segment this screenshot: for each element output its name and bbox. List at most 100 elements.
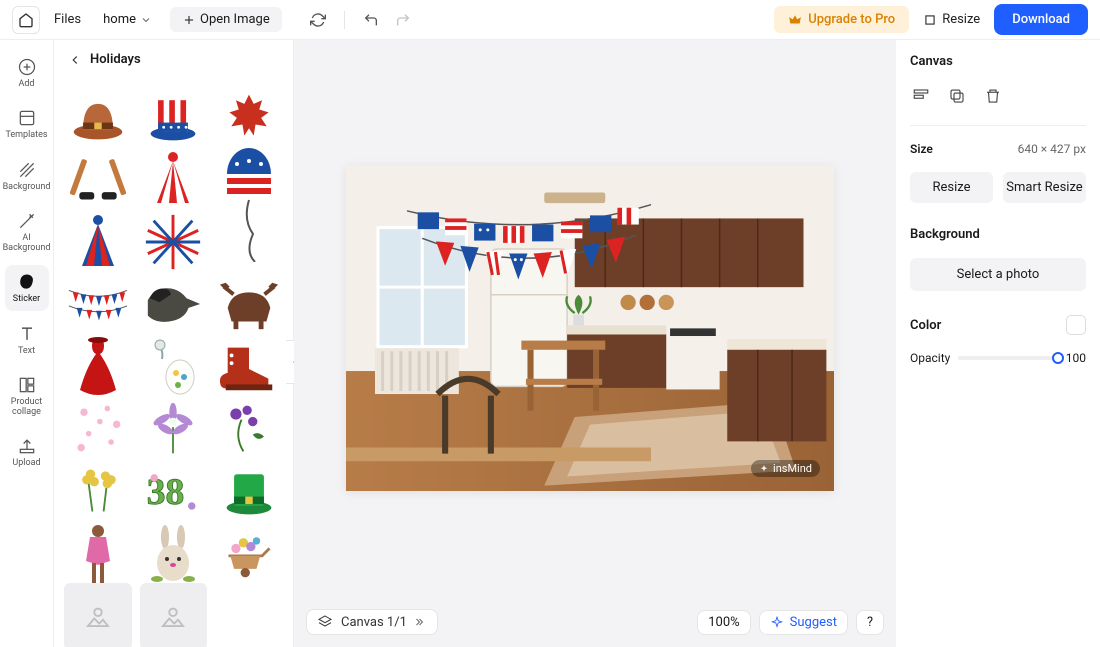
sticker-number-38[interactable]: 38 <box>140 458 208 526</box>
canvas[interactable]: insMind <box>346 165 834 491</box>
nav-add[interactable]: Add <box>5 50 49 95</box>
canvas-image <box>346 165 834 491</box>
open-image-label: Open Image <box>200 12 270 27</box>
nav-label: Background <box>3 183 51 192</box>
opacity-label: Opacity <box>910 351 950 365</box>
nav-label: Product collage <box>11 398 42 417</box>
opacity-slider[interactable] <box>958 356 1057 360</box>
resize-button[interactable]: Resize <box>910 172 993 203</box>
sticker-goose[interactable] <box>140 270 208 338</box>
panel-title: Holidays <box>90 52 141 67</box>
sticker-easter-egg[interactable] <box>140 333 208 401</box>
sticker-bunting[interactable] <box>64 270 132 338</box>
color-label: Color <box>910 318 941 333</box>
background-section-label: Background <box>910 227 1086 242</box>
sticker-pink-petals[interactable] <box>64 395 132 463</box>
download-button[interactable]: Download <box>994 4 1088 35</box>
left-nav: Add Templates Background AI Background S… <box>0 40 54 647</box>
panel-back-button[interactable]: Holidays <box>54 40 293 79</box>
chevron-left-icon <box>68 53 82 67</box>
sticker-firework[interactable] <box>140 208 208 276</box>
sticker-purple-flower[interactable] <box>140 395 208 463</box>
nav-upload[interactable]: Upload <box>5 429 49 474</box>
sticker-hockey-sticks[interactable] <box>64 145 132 213</box>
color-swatch[interactable] <box>1066 315 1086 335</box>
plus-circle-icon <box>16 56 38 78</box>
nav-label: Templates <box>5 131 47 140</box>
size-value: 640 × 427 px <box>1018 142 1086 156</box>
project-dropdown[interactable]: home <box>95 8 160 31</box>
canvas-selector-label: Canvas 1/1 <box>341 615 407 630</box>
nav-product-collage[interactable]: Product collage <box>5 368 49 423</box>
redo-button[interactable] <box>389 6 417 34</box>
sticker-green-top-hat[interactable] <box>215 458 283 526</box>
select-photo-label: Select a photo <box>957 267 1040 282</box>
top-bar: Files home Open Image Upgrade to Pro Res… <box>0 0 1100 40</box>
upload-icon <box>16 435 38 457</box>
right-panel-title: Canvas <box>910 54 1086 69</box>
files-menu[interactable]: Files <box>44 8 91 31</box>
nav-label: AI Background <box>3 234 51 253</box>
layers-icon <box>317 614 333 630</box>
duplicate-button[interactable] <box>946 85 968 107</box>
templates-icon <box>16 107 38 129</box>
canvas-selector[interactable]: Canvas 1/1 <box>306 609 438 635</box>
undo-icon <box>363 12 379 28</box>
select-photo-button[interactable]: Select a photo <box>910 258 1086 291</box>
sticker-violet-flowers[interactable] <box>215 395 283 463</box>
sticker-maple-leaf[interactable] <box>215 83 283 151</box>
sticker-party-hat-blue[interactable] <box>64 208 132 276</box>
sticker-panel: Holidays <box>54 40 294 647</box>
nav-text[interactable]: Text <box>5 317 49 362</box>
ai-bg-icon <box>16 210 38 232</box>
sticker-balloon-usa[interactable] <box>215 145 283 262</box>
upgrade-button[interactable]: Upgrade to Pro <box>774 6 909 33</box>
home-icon <box>18 12 34 28</box>
chevron-down-icon <box>140 14 152 26</box>
resize-top-button[interactable]: Resize <box>913 6 990 33</box>
image-placeholder-icon <box>83 601 113 631</box>
nav-label: Add <box>18 80 34 89</box>
sticker-red-dress[interactable] <box>64 333 132 401</box>
sticker-moose[interactable] <box>215 270 283 338</box>
watermark: insMind <box>751 460 820 477</box>
undo-button[interactable] <box>357 6 385 34</box>
sticker-loading[interactable] <box>64 583 132 647</box>
sparkle-icon <box>770 616 784 630</box>
nav-ai-background[interactable]: AI Background <box>5 204 49 259</box>
sticker-flower-cart[interactable] <box>215 520 283 588</box>
crop-icon <box>923 13 937 27</box>
canvas-bottom-right: 100% Suggest ? <box>697 610 884 635</box>
resize-top-label: Resize <box>942 12 980 27</box>
download-label: Download <box>1012 12 1070 27</box>
project-name: home <box>103 12 136 27</box>
sync-button[interactable] <box>304 6 332 34</box>
sticker-person-pink[interactable] <box>64 520 132 588</box>
home-button[interactable] <box>12 6 40 34</box>
zoom-control[interactable]: 100% <box>697 610 750 635</box>
divider <box>344 11 345 29</box>
nav-sticker[interactable]: Sticker <box>5 265 49 310</box>
help-button[interactable]: ? <box>856 610 884 635</box>
open-image-button[interactable]: Open Image <box>170 7 282 32</box>
upgrade-label: Upgrade to Pro <box>808 12 895 27</box>
sticker-uncle-sam-hat[interactable] <box>140 83 208 151</box>
alignment-button[interactable] <box>910 85 932 107</box>
nav-label: Upload <box>12 459 40 468</box>
nav-background[interactable]: Background <box>5 153 49 198</box>
nav-templates[interactable]: Templates <box>5 101 49 146</box>
sticker-bunny[interactable] <box>140 520 208 588</box>
sticker-party-hat-red[interactable] <box>140 145 208 213</box>
sticker-loading[interactable] <box>140 583 208 647</box>
canvas-area: insMind Canvas 1/1 100% Suggest ? <box>294 40 896 647</box>
smart-resize-button[interactable]: Smart Resize <box>1003 172 1086 203</box>
zoom-value: 100% <box>708 615 739 630</box>
suggest-button[interactable]: Suggest <box>759 610 848 635</box>
delete-button[interactable] <box>982 85 1004 107</box>
sticker-red-boot[interactable] <box>215 333 283 401</box>
size-label: Size <box>910 142 933 156</box>
sticker-pilgrim-hat[interactable] <box>64 83 132 151</box>
resize-label: Resize <box>932 180 970 195</box>
nav-label: Sticker <box>13 295 40 304</box>
sticker-yellow-flowers[interactable] <box>64 458 132 526</box>
